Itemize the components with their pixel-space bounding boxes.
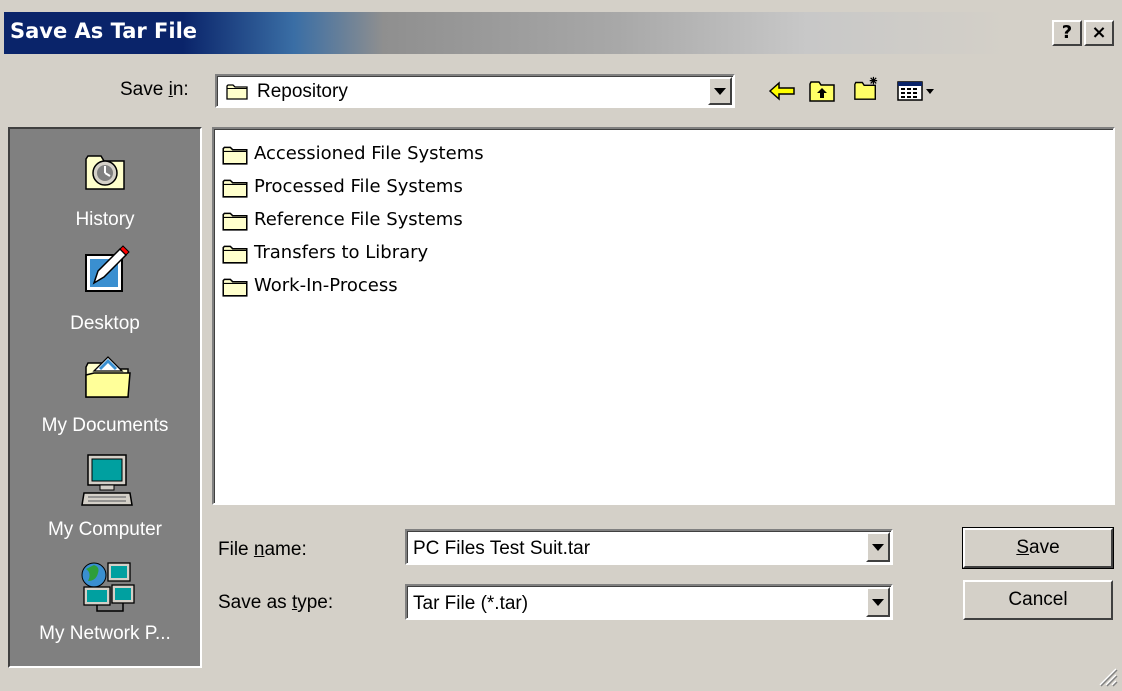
- save-as-type-value: Tar File (*.tar): [413, 593, 529, 614]
- history-icon: [85, 155, 125, 190]
- back-arrow-icon[interactable]: [768, 78, 796, 104]
- title-bar[interactable]: Save As Tar File ? ×: [4, 12, 1120, 54]
- chevron-down-icon: [714, 88, 726, 95]
- up-folder-icon[interactable]: [808, 78, 836, 104]
- save-in-value: Repository: [257, 81, 348, 102]
- resize-grip-icon[interactable]: [1096, 665, 1118, 687]
- file-name-value: PC Files Test Suit.tar: [413, 538, 591, 559]
- save-in-label: Save in:: [120, 79, 189, 100]
- file-name: Work-In-Process: [254, 275, 398, 296]
- place-label: Desktop: [70, 313, 140, 334]
- place-label: My Computer: [47, 519, 163, 540]
- place-desktop[interactable]: Desktop: [10, 241, 200, 341]
- folder-icon: [226, 84, 248, 100]
- file-name-input[interactable]: PC Files Test Suit.tar: [405, 529, 893, 565]
- file-name: Processed File Systems: [254, 176, 463, 197]
- folder-icon: [222, 179, 248, 198]
- file-name: Accessioned File Systems: [254, 143, 484, 164]
- window-title: Save As Tar File: [10, 19, 198, 43]
- place-label: My Documents: [41, 415, 169, 436]
- desktop-icon: [85, 245, 130, 292]
- folder-icon: [222, 278, 248, 297]
- save-as-type-dropdown-button[interactable]: [866, 587, 890, 617]
- save-as-type-select[interactable]: Tar File (*.tar): [405, 584, 893, 620]
- place-my-computer[interactable]: My Computer: [10, 451, 200, 551]
- save-in-dropdown-button[interactable]: [708, 77, 732, 105]
- save-button[interactable]: Save: [962, 527, 1114, 569]
- my-documents-icon: [85, 356, 131, 398]
- save-in-combo[interactable]: Repository: [215, 74, 735, 108]
- place-my-documents[interactable]: My Documents: [10, 347, 200, 447]
- my-computer-icon: [81, 454, 133, 506]
- new-folder-icon[interactable]: [852, 76, 880, 102]
- cancel-button[interactable]: Cancel: [963, 580, 1113, 620]
- chevron-down-icon: [872, 544, 884, 551]
- help-button[interactable]: ?: [1052, 20, 1082, 46]
- close-button[interactable]: ×: [1084, 20, 1114, 46]
- file-list[interactable]: Accessioned File Systems Processed File …: [212, 127, 1115, 505]
- place-my-network[interactable]: My Network P...: [10, 557, 200, 657]
- places-bar: History Desktop My Documents My Computer…: [8, 127, 202, 668]
- save-as-dialog: Save As Tar File ? × Save in: Repository: [0, 0, 1122, 691]
- chevron-down-icon: [872, 599, 884, 606]
- my-network-places-icon: [81, 562, 135, 612]
- file-name: Reference File Systems: [254, 209, 463, 230]
- place-label: My Network P...: [39, 623, 171, 644]
- file-name-label: File name:: [218, 539, 307, 560]
- place-history[interactable]: History: [10, 139, 200, 239]
- save-as-type-label: Save as type:: [218, 592, 334, 613]
- views-menu-icon[interactable]: [896, 78, 936, 104]
- folder-icon: [222, 212, 248, 231]
- place-label: History: [75, 209, 135, 230]
- file-name-dropdown-button[interactable]: [866, 532, 890, 562]
- file-name: Transfers to Library: [254, 242, 429, 263]
- folder-icon: [222, 146, 248, 165]
- folder-icon: [222, 245, 248, 264]
